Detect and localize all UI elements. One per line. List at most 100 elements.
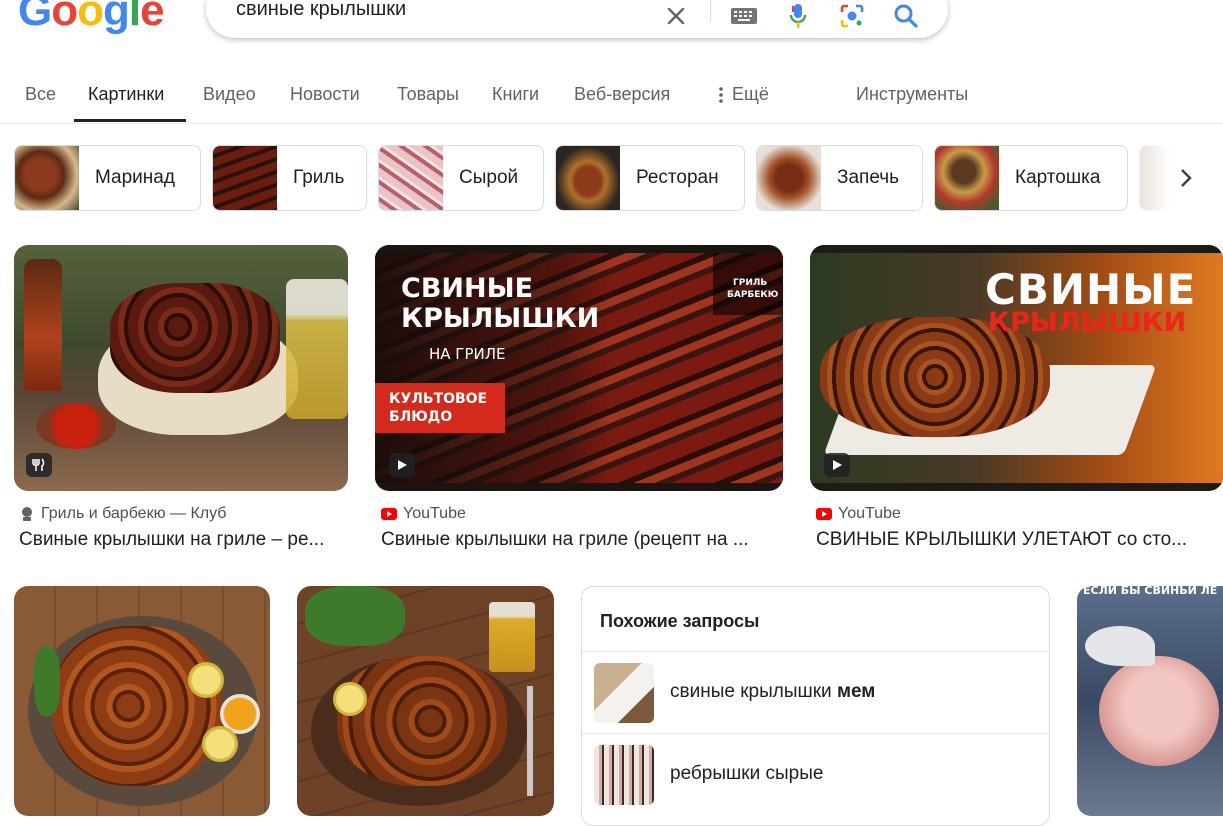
related-thumbnail xyxy=(594,663,654,723)
related-query-bold: мем xyxy=(836,681,876,702)
result-caption[interactable]: Свиные крылышки на гриле – ре... xyxy=(19,529,349,551)
chip-label: Маринад xyxy=(95,167,175,188)
result-thumbnail[interactable]: СВИНЫЕ КРЫЛЫШКИ xyxy=(810,245,1223,491)
result-thumbnail[interactable] xyxy=(297,586,554,816)
video-title-line2: КРЫЛЫШКИ xyxy=(401,303,600,334)
chip-thumbnail xyxy=(757,146,821,210)
chip-marinade[interactable]: Маринад xyxy=(14,145,201,211)
result-source-label: YouTube xyxy=(403,505,466,522)
chip-thumbnail xyxy=(556,146,620,210)
more-vert-icon xyxy=(719,86,723,103)
sauce-bottle xyxy=(24,259,62,391)
result-thumbnail[interactable]: СВИНЫЕ КРЫЛЫШКИ НА ГРИЛЕ КУЛЬТОВОЕ БЛЮДО… xyxy=(375,245,783,491)
chip-label: Ресторан xyxy=(636,167,719,188)
sauce-bowl xyxy=(36,403,116,449)
video-title-line1: СВИНЫЕ xyxy=(985,265,1197,314)
tab-shopping[interactable]: Товары xyxy=(397,84,459,105)
herbs xyxy=(305,586,405,646)
tab-more-label: Ещё xyxy=(732,84,769,104)
pig-wing xyxy=(1085,626,1155,666)
youtube-icon xyxy=(381,508,397,520)
video-banner-line2: БЛЮДО xyxy=(389,409,453,425)
result-caption[interactable]: СВИНЫЕ КРЫЛЫШКИ УЛЕТАЮТ со сто... xyxy=(816,529,1206,551)
related-query-text: свиные крылышки xyxy=(670,681,837,702)
microphone-icon[interactable] xyxy=(782,0,814,32)
active-tab-indicator xyxy=(74,119,186,122)
chip-raw[interactable]: Сырой xyxy=(378,145,544,211)
google-logo[interactable]: Google xyxy=(18,0,165,36)
chip-thumbnail xyxy=(935,146,999,210)
tools-button[interactable]: Инструменты xyxy=(856,84,968,105)
search-tabs: Все Картинки Видео Новости Товары Книги … xyxy=(0,80,1223,124)
logo-letter: l xyxy=(128,0,141,35)
channel-logo-line2: БАРБЕКЮ xyxy=(727,290,779,300)
related-query: свиные крылышки мем xyxy=(670,681,875,703)
chip-grill[interactable]: Гриль xyxy=(212,145,367,211)
chip-potato[interactable]: Картошка xyxy=(934,145,1128,211)
tab-news[interactable]: Новости xyxy=(290,84,360,105)
video-title-line3: НА ГРИЛЕ xyxy=(429,345,506,363)
video-banner-line1: КУЛЬТОВОЕ xyxy=(389,391,488,407)
chip-label: Картошка xyxy=(1015,167,1101,188)
search-input[interactable]: свиные крылышки xyxy=(236,0,406,21)
lens-icon[interactable] xyxy=(836,0,868,32)
result-thumbnail[interactable] xyxy=(14,586,270,816)
lemon xyxy=(333,682,367,716)
tab-all[interactable]: Все xyxy=(25,84,56,105)
tab-videos[interactable]: Видео xyxy=(203,84,256,105)
tab-more[interactable]: Ещё xyxy=(718,84,769,105)
beer-glass xyxy=(286,279,348,419)
filter-chips: Маринад Гриль Сырой Ресторан Запечь Карт… xyxy=(0,145,1223,211)
logo-letter: g xyxy=(103,0,130,35)
search-box[interactable]: свиные крылышки xyxy=(206,0,948,38)
related-item[interactable]: ребрышки сырые xyxy=(582,733,1049,815)
chip-restaurant[interactable]: Ресторан xyxy=(555,145,745,211)
video-title-line2: КРЫЛЫШКИ xyxy=(988,307,1187,338)
play-icon xyxy=(824,453,850,477)
chip-thumbnail xyxy=(213,146,277,210)
result-caption[interactable]: Свиные крылышки на гриле (рецепт на ... xyxy=(381,529,781,551)
channel-logo-line1: ГРИЛЬ xyxy=(733,278,768,288)
keyboard-icon[interactable] xyxy=(728,0,760,32)
chip-bake[interactable]: Запечь xyxy=(756,145,923,211)
logo-letter: o xyxy=(77,0,104,35)
related-item[interactable]: свиные крылышки мем xyxy=(582,651,1049,733)
chip-label: Запечь xyxy=(837,167,900,188)
ribs-pile xyxy=(110,283,280,393)
result-source-label: YouTube xyxy=(838,505,901,522)
flying-pig xyxy=(1099,656,1219,766)
fork xyxy=(527,686,533,796)
result-thumbnail[interactable]: ЕСЛИ БЫ СВИНЬИ ЛЕ xyxy=(1077,586,1223,816)
result-source[interactable]: YouTube xyxy=(381,505,466,523)
logo-letter: o xyxy=(51,0,78,35)
tab-web[interactable]: Веб-версия xyxy=(574,84,670,105)
related-thumbnail xyxy=(594,745,654,805)
logo-letter: e xyxy=(140,0,165,35)
result-source[interactable]: YouTube xyxy=(816,505,901,523)
related-searches: Похожие запросы свиные крылышки мем ребр… xyxy=(581,586,1050,826)
recipe-icon xyxy=(26,453,52,477)
chevron-right-icon xyxy=(1181,169,1192,187)
lemon xyxy=(188,662,224,698)
result-source-label: Гриль и барбекю — Клуб xyxy=(41,505,227,522)
chip-thumbnail xyxy=(379,146,443,210)
clear-icon[interactable] xyxy=(660,0,692,32)
meme-caption: ЕСЛИ БЫ СВИНЬИ ЛЕ xyxy=(1083,586,1218,597)
chip-thumbnail xyxy=(15,146,79,210)
juice-glass xyxy=(489,602,535,672)
search-icon[interactable] xyxy=(890,0,922,32)
chip-label: Сырой xyxy=(459,167,519,188)
tab-books[interactable]: Книги xyxy=(492,84,539,105)
result-source[interactable]: Гриль и барбекю — Клуб xyxy=(19,505,226,523)
play-icon xyxy=(389,453,415,477)
logo-letter: G xyxy=(18,0,52,35)
tab-images[interactable]: Картинки xyxy=(88,84,164,105)
result-thumbnail[interactable] xyxy=(14,245,348,491)
site-favicon-icon xyxy=(22,507,32,521)
related-query-text: ребрышки сырые xyxy=(670,763,824,784)
lemon xyxy=(202,726,238,762)
chips-next-button[interactable] xyxy=(1140,145,1223,211)
related-query: ребрышки сырые xyxy=(670,763,823,785)
divider xyxy=(710,0,711,22)
chicken-wings xyxy=(52,626,222,786)
